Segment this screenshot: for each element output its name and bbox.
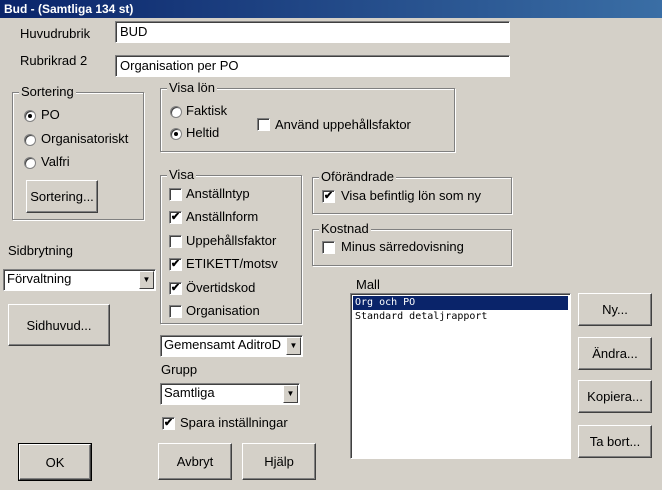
sortering-option-po: PO: [41, 107, 60, 122]
visa-label-uppehallsfaktor: Uppehållsfaktor: [186, 233, 277, 248]
oforandrade-title: Oförändrade: [319, 169, 396, 185]
sidbrytning-label: Sidbrytning: [8, 243, 74, 258]
visa-label-overtidskod: Övertidskod: [186, 280, 256, 295]
hjalp-button[interactable]: Hjälp: [242, 443, 316, 480]
sortering-option-organisatoriskt: Organisatoriskt: [41, 131, 129, 146]
sidbrytning-value: Förvaltning: [7, 271, 72, 286]
huvudrubrik-label: Huvudrubrik: [20, 26, 91, 41]
avbryt-button[interactable]: Avbryt: [158, 443, 232, 480]
visa-check-anstallntyp[interactable]: [169, 188, 182, 201]
huvudrubrik-input[interactable]: BUD: [115, 21, 510, 43]
sortering-title: Sortering: [19, 84, 76, 100]
visa-lon-radio-faktisk[interactable]: [170, 106, 182, 118]
uppehall-label: Använd uppehållsfaktor: [275, 117, 411, 132]
visa-check-organisation[interactable]: [169, 305, 182, 318]
visa-lon-title: Visa lön: [167, 80, 218, 96]
sortering-radio-organisatoriskt[interactable]: [24, 134, 36, 146]
visa-label-anstallntyp: Anställntyp: [186, 186, 250, 201]
mall-label: Mall: [356, 277, 380, 292]
kostnad-checkbox[interactable]: [322, 241, 335, 254]
oforandrade-label: Visa befintlig lön som ny: [341, 188, 481, 203]
sidbrytning-select[interactable]: Förvaltning ▼: [3, 269, 156, 291]
chevron-down-icon[interactable]: ▼: [139, 271, 154, 289]
sortering-radio-valfri[interactable]: [24, 157, 36, 169]
mall-item[interactable]: Standard detaljrapport: [353, 310, 568, 324]
chevron-down-icon[interactable]: ▼: [283, 385, 298, 403]
gemensamt-select[interactable]: Gemensamt AditroD ▼: [160, 335, 303, 357]
visa-check-etikett[interactable]: ✔: [169, 258, 182, 271]
grupp-value: Samtliga: [164, 385, 215, 400]
grupp-label: Grupp: [161, 362, 198, 377]
sortering-radio-po[interactable]: [24, 110, 36, 122]
sidhuvud-button[interactable]: Sidhuvud...: [8, 304, 110, 346]
ny-button[interactable]: Ny...: [578, 293, 652, 326]
visa-check-overtidskod[interactable]: ✔: [169, 282, 182, 295]
oforandrade-checkbox[interactable]: ✔: [322, 190, 335, 203]
gemensamt-value: Gemensamt AditroD: [164, 337, 282, 352]
visa-title: Visa: [167, 167, 197, 183]
rubrikrad2-input[interactable]: Organisation per PO: [115, 55, 510, 77]
mall-listbox[interactable]: Org och PO Standard detaljrapport: [350, 293, 571, 459]
sortering-option-valfri: Valfri: [41, 154, 70, 169]
visa-lon-radio-heltid[interactable]: [170, 128, 182, 140]
visa-check-uppehallsfaktor[interactable]: [169, 235, 182, 248]
visa-label-etikett: ETIKETT/motsv: [186, 256, 278, 271]
sortering-button[interactable]: Sortering...: [26, 180, 98, 213]
grupp-select[interactable]: Samtliga ▼: [160, 383, 300, 405]
visa-lon-option-heltid: Heltid: [186, 125, 220, 140]
kostnad-title: Kostnad: [319, 221, 371, 237]
andra-button[interactable]: Ändra...: [578, 337, 652, 370]
rubrikrad2-label: Rubrikrad 2: [20, 53, 88, 68]
spara-checkbox[interactable]: ✔: [162, 417, 175, 430]
chevron-down-icon[interactable]: ▼: [286, 337, 301, 355]
visa-check-anstallnform[interactable]: ✔: [169, 211, 182, 224]
uppehall-checkbox[interactable]: [257, 118, 270, 131]
kopiera-button[interactable]: Kopiera...: [578, 380, 652, 413]
mall-item-selected[interactable]: Org och PO: [353, 296, 568, 310]
visa-lon-option-faktisk: Faktisk: [186, 103, 228, 118]
dialog-window: Bud - (Samtliga 134 st) Huvudrubrik BUD …: [0, 0, 662, 490]
visa-label-organisation: Organisation: [186, 303, 260, 318]
window-title: Bud - (Samtliga 134 st): [0, 0, 662, 18]
spara-label: Spara inställningar: [180, 415, 288, 430]
visa-label-anstallnform: Anställnform: [186, 209, 259, 224]
ok-button[interactable]: OK: [18, 443, 92, 481]
ta-bort-button[interactable]: Ta bort...: [578, 425, 652, 458]
kostnad-label: Minus särredovisning: [341, 239, 464, 254]
